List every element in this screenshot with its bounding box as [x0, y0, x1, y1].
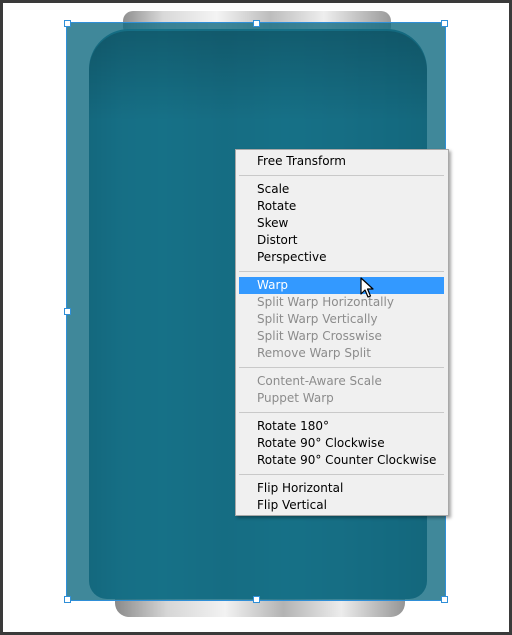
menu-item-scale[interactable]: Scale — [239, 181, 444, 198]
menu-item-perspective[interactable]: Perspective — [239, 249, 444, 266]
menu-item-rotate[interactable]: Rotate — [239, 198, 444, 215]
transform-handle-top-left[interactable] — [64, 20, 71, 27]
menu-separator — [239, 367, 444, 368]
menu-item-split-warp-horizontally[interactable]: Split Warp Horizontally — [239, 294, 444, 311]
menu-item-remove-warp-split[interactable]: Remove Warp Split — [239, 345, 444, 362]
menu-item-skew[interactable]: Skew — [239, 215, 444, 232]
menu-separator — [239, 175, 444, 176]
can-shoulder-shade — [89, 31, 427, 121]
transform-handle-bottom-center[interactable] — [253, 596, 260, 603]
transform-handle-bottom-left[interactable] — [64, 596, 71, 603]
menu-item-split-warp-vertically[interactable]: Split Warp Vertically — [239, 311, 444, 328]
transform-handle-bottom-right[interactable] — [441, 596, 448, 603]
transform-handle-top-center[interactable] — [253, 20, 260, 27]
menu-item-free-transform[interactable]: Free Transform — [239, 153, 444, 170]
menu-item-rotate-180[interactable]: Rotate 180° — [239, 418, 444, 435]
transform-context-menu: Free Transform Scale Rotate Skew Distort Pers… — [235, 149, 449, 516]
canvas-frame: Free Transform Scale Rotate Skew Distort Pers… — [0, 0, 512, 635]
arrow-cursor-icon — [360, 277, 374, 298]
menu-item-distort[interactable]: Distort — [239, 232, 444, 249]
transform-handle-top-right[interactable] — [441, 20, 448, 27]
menu-item-warp[interactable]: Warp — [239, 277, 444, 294]
menu-item-content-aware-scale[interactable]: Content-Aware Scale — [239, 373, 444, 390]
menu-item-rotate-90-counter-clockwise[interactable]: Rotate 90° Counter Clockwise — [239, 452, 444, 469]
menu-item-puppet-warp[interactable]: Puppet Warp — [239, 390, 444, 407]
menu-item-flip-horizontal[interactable]: Flip Horizontal — [239, 480, 444, 497]
menu-separator — [239, 412, 444, 413]
transform-handle-middle-left[interactable] — [64, 308, 71, 315]
menu-separator — [239, 474, 444, 475]
menu-item-rotate-90-clockwise[interactable]: Rotate 90° Clockwise — [239, 435, 444, 452]
menu-separator — [239, 271, 444, 272]
menu-item-split-warp-crosswise[interactable]: Split Warp Crosswise — [239, 328, 444, 345]
menu-item-flip-vertical[interactable]: Flip Vertical — [239, 497, 444, 514]
